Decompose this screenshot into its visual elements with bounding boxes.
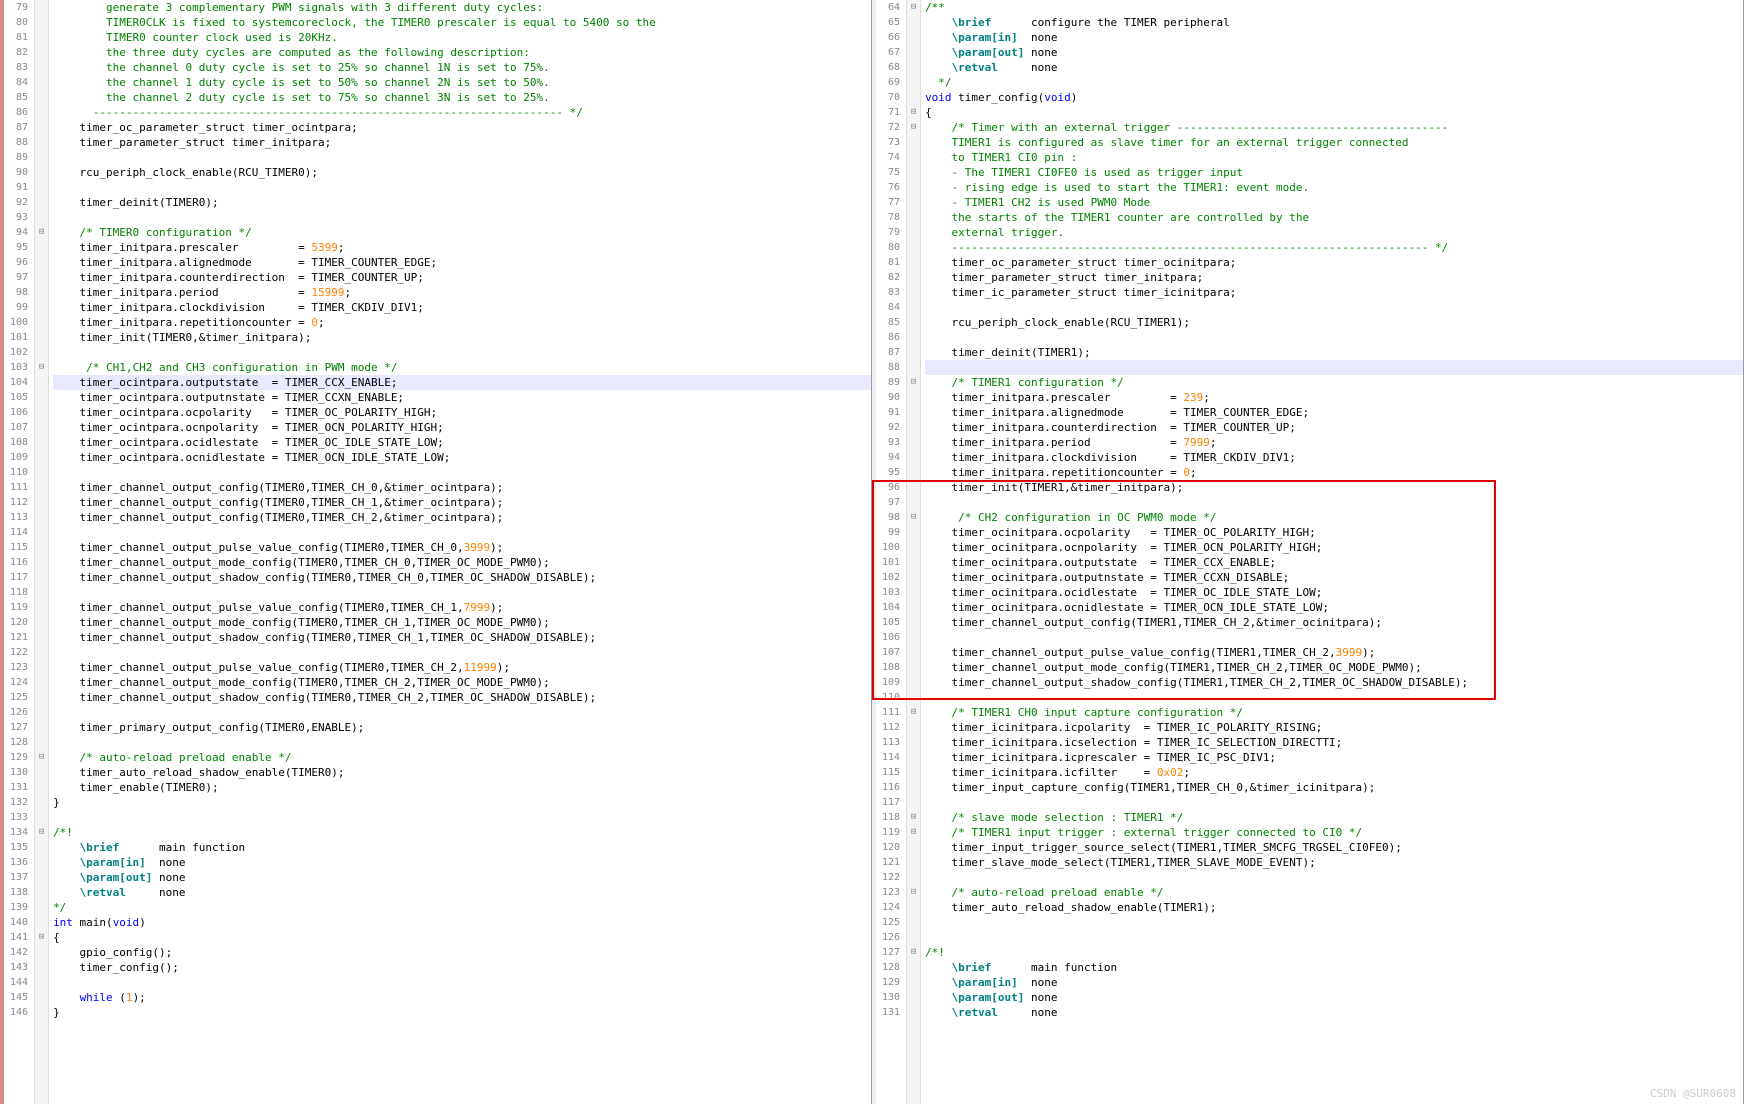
fold-gutter-right[interactable]: ⊟⊟⊟⊟⊟⊟⊟⊟⊟⊟ [907,0,921,1104]
left-pane: 7980818283848586878889909192939495969798… [0,0,872,1104]
code-right[interactable]: /** \brief configure the TIMER periphera… [921,0,1743,1104]
code-left[interactable]: generate 3 complementary PWM signals wit… [49,0,871,1104]
split-editor: 7980818283848586878889909192939495969798… [0,0,1744,1104]
line-numbers-left[interactable]: 7980818283848586878889909192939495969798… [4,0,35,1104]
right-pane: 6465666768697071727374757677787980818283… [872,0,1744,1104]
watermark: CSDN @SUR0608 [1650,1087,1736,1100]
fold-gutter-left[interactable]: ⊟⊟⊟⊟⊟ [35,0,49,1104]
line-numbers-right[interactable]: 6465666768697071727374757677787980818283… [876,0,907,1104]
